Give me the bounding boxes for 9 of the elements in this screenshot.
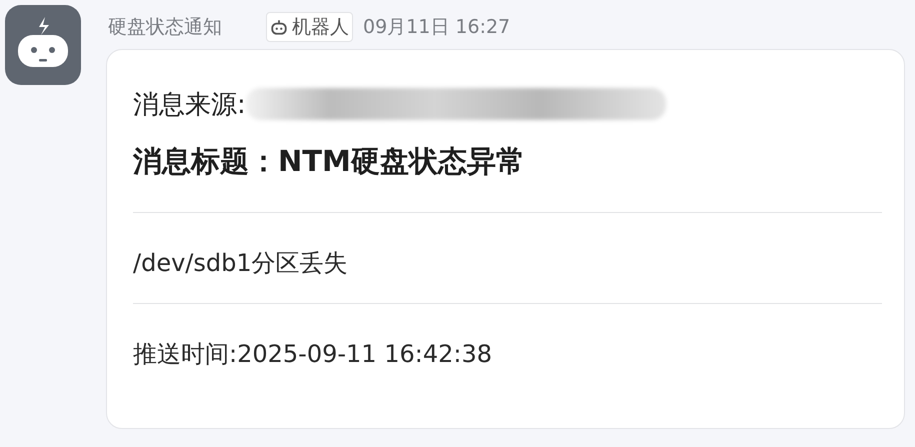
sender-name: 硬盘状态通知	[108, 14, 222, 40]
message-title: 消息标题：NTM硬盘状态异常	[133, 143, 526, 180]
robot-icon	[270, 18, 288, 36]
robot-avatar-icon[interactable]	[5, 5, 81, 85]
push-time: 推送时间:2025-09-11 16:42:38	[133, 339, 493, 370]
source-label: 消息来源:	[133, 88, 246, 122]
message-time: 09月11日 16:27	[363, 14, 510, 40]
badge-label: 机器人	[292, 14, 349, 40]
message-body: /dev/sdb1分区丢失	[133, 248, 349, 279]
